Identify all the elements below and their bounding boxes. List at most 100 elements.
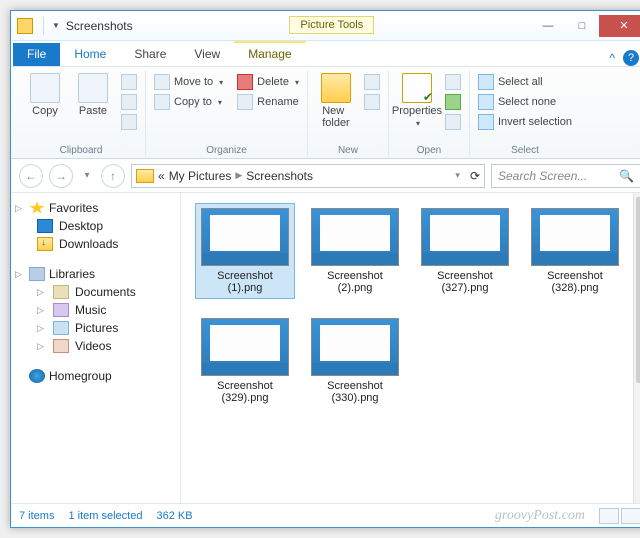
- history-button[interactable]: [443, 113, 463, 131]
- star-icon: [29, 201, 45, 215]
- new-folder-label: New folder: [322, 105, 350, 129]
- thumbnails-view-button[interactable]: [621, 508, 640, 524]
- nav-favorites-header[interactable]: ▷Favorites: [15, 199, 176, 217]
- recent-locations-button[interactable]: ▾: [79, 168, 95, 184]
- invert-selection-button[interactable]: Invert selection: [476, 113, 574, 131]
- delete-button[interactable]: Delete▾: [235, 73, 301, 91]
- copy-to-button[interactable]: Copy to▾: [152, 93, 225, 111]
- crumb-1[interactable]: Screenshots: [246, 169, 313, 183]
- minimize-button[interactable]: —: [531, 15, 565, 37]
- thumbnail-image: [531, 208, 619, 266]
- up-button[interactable]: ↑: [101, 164, 125, 188]
- thumbnail-image: [201, 318, 289, 376]
- nav-pictures[interactable]: ▷Pictures: [15, 319, 176, 337]
- file-name-label: Screenshot (327).png: [420, 270, 510, 294]
- file-thumbnail[interactable]: Screenshot (328).png: [525, 203, 625, 299]
- homegroup-icon: [29, 369, 45, 383]
- window-title: Screenshots: [66, 19, 133, 33]
- file-name-label: Screenshot (330).png: [310, 380, 400, 404]
- crumb-0[interactable]: My Pictures: [169, 169, 232, 183]
- properties-button[interactable]: ✔ Properties ▾: [395, 71, 439, 128]
- watermark: groovyPost.com: [495, 508, 585, 524]
- content-scrollbar[interactable]: [633, 193, 640, 503]
- copy-path-button[interactable]: [119, 93, 139, 111]
- tab-home[interactable]: Home: [60, 43, 120, 66]
- file-thumbnail[interactable]: Screenshot (327).png: [415, 203, 515, 299]
- tab-share[interactable]: Share: [120, 43, 180, 66]
- thumbnail-image: [201, 208, 289, 266]
- close-button[interactable]: ✕: [599, 15, 640, 37]
- explorer-body: ▷Favorites Desktop Downloads ▷Libraries …: [11, 193, 640, 503]
- copy-button[interactable]: Copy: [23, 71, 67, 117]
- tab-view[interactable]: View: [180, 43, 234, 66]
- move-to-button[interactable]: Move to▾: [152, 73, 225, 91]
- documents-icon: [53, 285, 69, 299]
- nav-downloads[interactable]: Downloads: [15, 235, 176, 253]
- forward-button[interactable]: →: [49, 164, 73, 188]
- nav-libraries-header[interactable]: ▷Libraries: [15, 265, 176, 283]
- qat-separator: [43, 17, 44, 35]
- nav-music[interactable]: ▷Music: [15, 301, 176, 319]
- copy-label: Copy: [32, 105, 58, 117]
- libraries-icon: [29, 267, 45, 281]
- history-icon: [445, 114, 461, 130]
- chevron-right-icon[interactable]: ▶: [235, 170, 242, 181]
- file-name-label: Screenshot (328).png: [530, 270, 620, 294]
- help-icon[interactable]: ?: [623, 50, 639, 66]
- collapse-ribbon-icon[interactable]: ^: [609, 51, 615, 65]
- nav-homegroup-header[interactable]: Homegroup: [15, 367, 176, 385]
- back-button[interactable]: ←: [19, 164, 43, 188]
- address-box[interactable]: « My Pictures ▶ Screenshots ▾ ⟳: [131, 164, 485, 188]
- thumbnail-image: [421, 208, 509, 266]
- open-button[interactable]: [443, 73, 463, 91]
- group-clipboard: Copy Paste Clipboard: [17, 71, 146, 156]
- qat-dropdown-icon[interactable]: ▼: [52, 21, 60, 30]
- new-folder-button[interactable]: New folder: [314, 71, 358, 129]
- group-new-label: New: [338, 143, 358, 156]
- status-selected: 1 item selected: [68, 510, 142, 522]
- file-name-label: Screenshot (2).png: [310, 270, 400, 294]
- search-box[interactable]: Search Screen... 🔍: [491, 164, 640, 188]
- nav-desktop[interactable]: Desktop: [15, 217, 176, 235]
- file-name-label: Screenshot (1).png: [200, 270, 290, 294]
- file-thumbnail[interactable]: Screenshot (1).png: [195, 203, 295, 299]
- nav-documents[interactable]: ▷Documents: [15, 283, 176, 301]
- new-item-button[interactable]: [362, 73, 382, 91]
- cut-button[interactable]: [119, 73, 139, 91]
- tab-manage[interactable]: Manage: [234, 41, 305, 66]
- tab-file[interactable]: File: [13, 43, 60, 66]
- paste-button[interactable]: Paste: [71, 71, 115, 117]
- group-clipboard-label: Clipboard: [60, 143, 103, 156]
- easy-access-button[interactable]: [362, 93, 382, 111]
- easy-access-icon: [364, 94, 380, 110]
- paste-shortcut-button[interactable]: [119, 113, 139, 131]
- file-name-label: Screenshot (329).png: [200, 380, 290, 404]
- group-new: New folder New: [308, 71, 389, 156]
- titlebar: ▼ Screenshots Picture Tools — □ ✕: [11, 11, 640, 41]
- search-icon: 🔍: [619, 169, 634, 183]
- address-dropdown-icon[interactable]: ▾: [455, 170, 460, 181]
- rename-button[interactable]: Rename: [235, 93, 301, 111]
- search-placeholder: Search Screen...: [498, 169, 587, 183]
- paste-shortcut-icon: [121, 114, 137, 130]
- group-select-label: Select: [511, 143, 539, 156]
- status-size: 362 KB: [156, 510, 192, 522]
- maximize-button[interactable]: □: [565, 15, 599, 37]
- ribbon-help: ^ ?: [609, 50, 639, 66]
- file-thumbnail[interactable]: Screenshot (330).png: [305, 313, 405, 409]
- select-all-button[interactable]: Select all: [476, 73, 574, 91]
- details-view-button[interactable]: [599, 508, 619, 524]
- file-thumbnail[interactable]: Screenshot (2).png: [305, 203, 405, 299]
- edit-button[interactable]: [443, 93, 463, 111]
- refresh-button[interactable]: ⟳: [470, 169, 480, 183]
- select-none-button[interactable]: Select none: [476, 93, 574, 111]
- nav-videos[interactable]: ▷Videos: [15, 337, 176, 355]
- copy-path-icon: [121, 94, 137, 110]
- ribbon-tabs: File Home Share View Manage ^ ?: [11, 41, 640, 67]
- move-to-icon: [154, 74, 170, 90]
- select-none-icon: [478, 94, 494, 110]
- delete-icon: [237, 74, 253, 90]
- file-thumbnail[interactable]: Screenshot (329).png: [195, 313, 295, 409]
- edit-icon: [445, 94, 461, 110]
- desktop-icon: [37, 219, 53, 233]
